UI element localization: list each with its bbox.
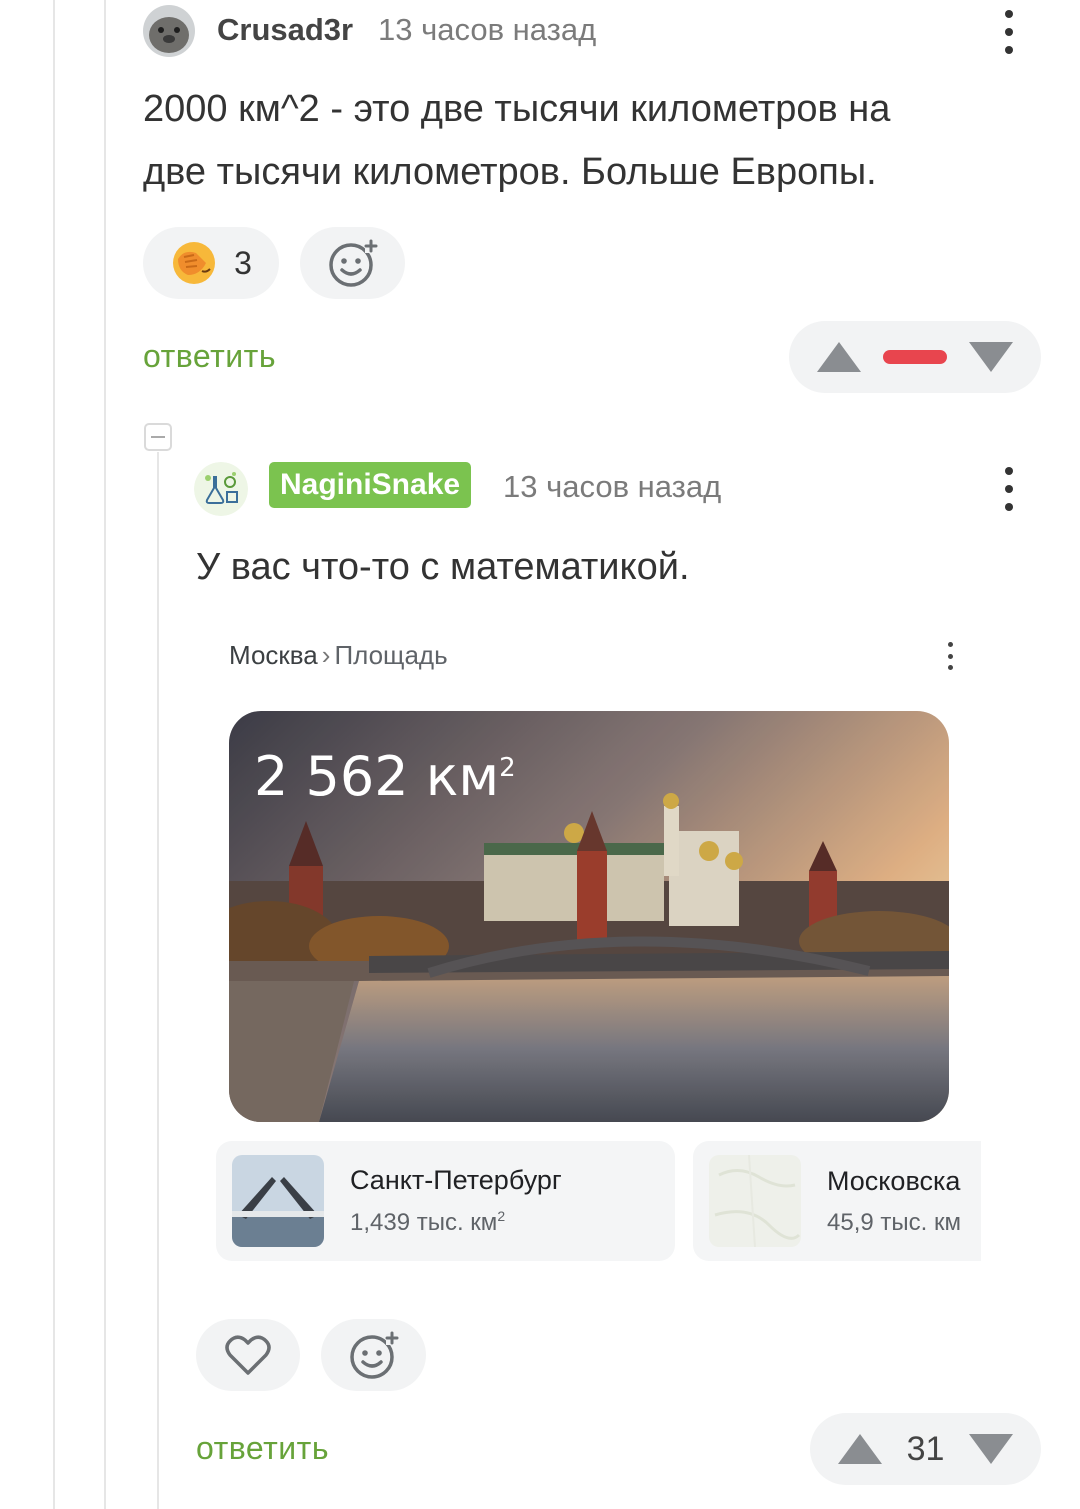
thread-line-root bbox=[104, 0, 106, 1509]
more-options-icon[interactable] bbox=[989, 467, 1029, 511]
reaction-count: 3 bbox=[234, 244, 252, 281]
moscow-kremlin-photo[interactable]: 2 562 км2 bbox=[229, 711, 949, 1122]
comment-text: 2000 км^2 - это две тысячи километров на… bbox=[143, 78, 1043, 204]
comment-text-line: две тысячи километров. Больше Европы. bbox=[143, 151, 877, 193]
thread-line-outer bbox=[53, 0, 55, 1509]
reaction-button[interactable]: 3 bbox=[143, 227, 279, 299]
upvote-icon[interactable] bbox=[817, 342, 861, 372]
card-value-superscript: 2 bbox=[497, 1208, 506, 1224]
add-emoji-icon bbox=[328, 239, 377, 287]
related-card-spb[interactable]: Санкт-Петербург 1,439 тыс. км2 bbox=[216, 1141, 675, 1261]
comment-text-line: 2000 км^2 - это две тысячи километров на bbox=[143, 88, 891, 130]
reply-link[interactable]: ответить bbox=[196, 1430, 329, 1467]
card-title: Московска bbox=[827, 1165, 961, 1196]
add-reaction-button[interactable] bbox=[321, 1319, 426, 1391]
thread-line-reply bbox=[157, 452, 159, 1509]
comment-time: 13 часов назад bbox=[378, 12, 597, 47]
embed-breadcrumb: Москва › Площадь bbox=[229, 640, 448, 671]
avatar[interactable] bbox=[194, 462, 248, 516]
seal-avatar-icon bbox=[143, 5, 195, 57]
map-thumbnail-icon bbox=[709, 1155, 801, 1247]
rating-value: 31 bbox=[906, 1429, 945, 1468]
add-reaction-button[interactable] bbox=[300, 227, 405, 299]
collapse-thread-button[interactable] bbox=[144, 423, 172, 451]
breadcrumb-sub: Площадь bbox=[334, 640, 448, 670]
comment-time: 13 часов назад bbox=[503, 469, 722, 504]
rating-control: 31 bbox=[810, 1413, 1041, 1485]
breadcrumb-main: Москва bbox=[229, 640, 318, 670]
related-card-moscow-oblast[interactable]: Московска 45,9 тыс. км bbox=[693, 1141, 981, 1261]
rating-bar bbox=[883, 350, 947, 364]
area-value: 2 562 км2 bbox=[254, 745, 516, 808]
heart-icon bbox=[225, 1335, 271, 1375]
like-button[interactable] bbox=[196, 1319, 300, 1391]
area-number: 2 562 км bbox=[254, 745, 500, 808]
upvote-icon[interactable] bbox=[838, 1434, 882, 1464]
reply-link[interactable]: ответить bbox=[143, 338, 276, 375]
comment-text: У вас что-то с математикой. bbox=[196, 546, 690, 588]
card-title: Санкт-Петербург bbox=[350, 1165, 562, 1195]
downvote-icon[interactable] bbox=[968, 1434, 1013, 1464]
drawbridge-thumbnail-icon bbox=[232, 1155, 324, 1247]
area-unit-superscript: 2 bbox=[499, 753, 516, 783]
rating-control bbox=[789, 321, 1041, 393]
breadcrumb-separator: › bbox=[321, 640, 331, 670]
facepalm-emoji-icon bbox=[173, 242, 216, 284]
card-value-text: 1,439 тыс. км bbox=[350, 1209, 498, 1236]
comment-author[interactable]: NaginiSnake bbox=[269, 462, 472, 508]
card-value: 1,439 тыс. км2 bbox=[350, 1208, 562, 1237]
comment-author[interactable]: Crusad3r bbox=[217, 12, 353, 48]
downvote-icon[interactable] bbox=[969, 342, 1013, 372]
science-doodle-avatar-icon bbox=[194, 462, 248, 516]
embed-more-icon bbox=[946, 642, 954, 670]
more-options-icon[interactable] bbox=[989, 10, 1029, 54]
add-emoji-icon bbox=[349, 1331, 398, 1379]
card-value: 45,9 тыс. км bbox=[827, 1208, 961, 1236]
avatar[interactable] bbox=[143, 5, 195, 57]
